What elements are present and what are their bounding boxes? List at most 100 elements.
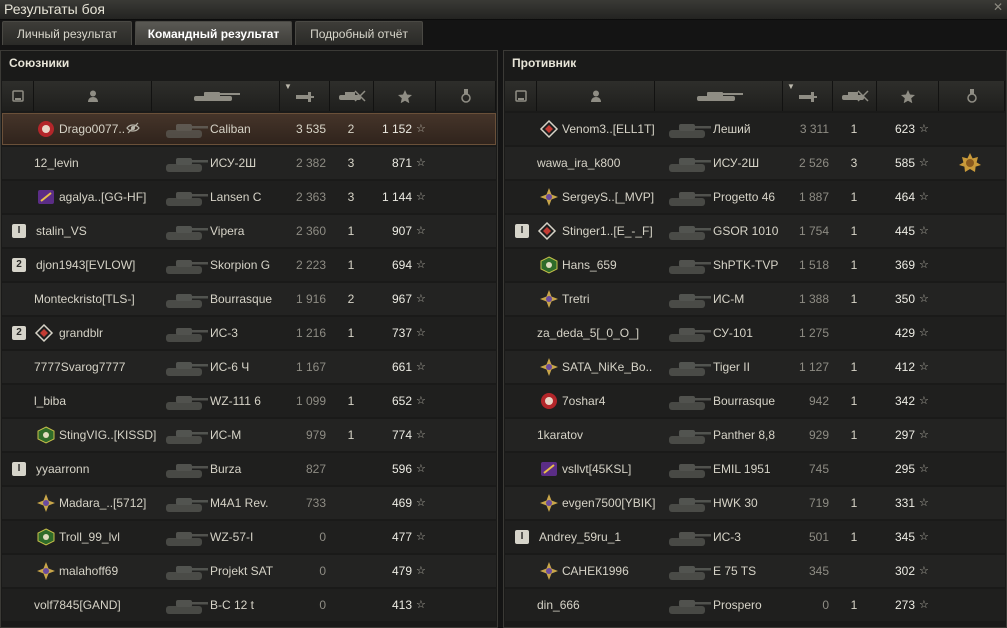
tank-image	[667, 387, 711, 415]
allies-col-xp[interactable]	[374, 81, 436, 111]
allies-col-squad[interactable]	[2, 81, 34, 111]
enemies-col-xp[interactable]	[877, 81, 939, 111]
player-name[interactable]: Drago0077..	[59, 113, 125, 145]
player-name[interactable]: 1karatov	[537, 419, 583, 451]
player-name[interactable]: za_deda_5[_0_O_]	[537, 317, 639, 349]
player-name[interactable]: 7777Svarog7777	[34, 351, 125, 383]
table-row[interactable]: volf7845[GAND] B-C 12 t 0 413 ☆	[2, 589, 496, 621]
gold-clan-icon	[539, 289, 559, 309]
player-name[interactable]: djon1943[EVLOW]	[36, 249, 135, 281]
table-row[interactable]: za_deda_5[_0_O_] СУ-101 1 275 429 ☆	[505, 317, 1005, 349]
player-name[interactable]: malahoff69	[59, 555, 118, 587]
table-row[interactable]: StingVIG..[KISSD] ИС-М 979 1 774 ☆	[2, 419, 496, 451]
table-row[interactable]: I Stinger1..[E_-_F] GSOR 1010 1 754 1 445 ☆	[505, 215, 1005, 247]
player-name[interactable]: yyaarronn	[36, 453, 89, 485]
table-row[interactable]: 2 djon1943[EVLOW] Skorpion G 2 223 1 694 ☆	[2, 249, 496, 281]
table-row[interactable]: agalya..[GG-HF] Lansen C 2 363 3 1 144 ☆	[2, 181, 496, 213]
table-row[interactable]: 2 grandblr ИС-3 1 216 1 737 ☆	[2, 317, 496, 349]
close-icon[interactable]: ✕	[991, 0, 1005, 14]
player-name[interactable]: 12_levin	[34, 147, 79, 179]
kills-value: 1	[850, 598, 858, 612]
star-icon: ☆	[416, 361, 426, 373]
player-name[interactable]: САНЕК1996	[562, 555, 629, 587]
table-row[interactable]: I Andrey_59ru_1 ИС-3 501 1 345 ☆	[505, 521, 1005, 553]
enemies-col-squad[interactable]	[505, 81, 537, 111]
tab-bar: Личный результат Командный результат Под…	[0, 21, 1007, 46]
player-name[interactable]: din_666	[537, 589, 580, 621]
kills-value: 1	[850, 360, 858, 374]
player-name[interactable]: agalya..[GG-HF]	[59, 181, 146, 213]
tab-team-result[interactable]: Командный результат	[135, 21, 292, 45]
star-icon: ☆	[416, 327, 426, 339]
player-name[interactable]: l_biba	[34, 385, 66, 417]
table-row[interactable]: Hans_659 ShPTK-TVP 1 518 1 369 ☆	[505, 249, 1005, 281]
table-row[interactable]: 7oshar4 Bourrasque 942 1 342 ☆	[505, 385, 1005, 417]
table-row[interactable]: SATA_NiKe_Bo.. Tiger II 1 127 1 412 ☆	[505, 351, 1005, 383]
experience-value: 737	[391, 326, 412, 340]
table-row[interactable]: Monteckristo[TLS-] Bourrasque 1 916 2 967 ☆	[2, 283, 496, 315]
table-row[interactable]: САНЕК1996 E 75 TS 345 302 ☆	[505, 555, 1005, 587]
player-name[interactable]: Troll_99_lvl	[59, 521, 120, 553]
allies-col-medal[interactable]	[436, 81, 496, 111]
window-title: Результаты боя	[4, 1, 106, 17]
table-row[interactable]: malahoff69 Projekt SAT 0 479 ☆	[2, 555, 496, 587]
star-icon: ☆	[416, 225, 426, 237]
player-name[interactable]: Monteckristo[TLS-]	[34, 283, 135, 315]
player-name[interactable]: SATA_NiKe_Bo..	[562, 351, 652, 383]
enemies-col-damage[interactable]: ▼	[783, 81, 833, 111]
table-row[interactable]: wawa_ira_k800 ИСУ-2Ш 2 526 3 585 ☆	[505, 147, 1005, 179]
table-row[interactable]: Iyyaarronn Burza 827 596 ☆	[2, 453, 496, 485]
star-icon: ☆	[416, 599, 426, 611]
player-name[interactable]: SergeyS..[_MVP]	[562, 181, 654, 213]
tank-image	[667, 455, 711, 483]
table-row[interactable]: Istalin_VS Vipera 2 360 1 907 ☆	[2, 215, 496, 247]
player-name[interactable]: Hans_659	[562, 249, 617, 281]
player-name[interactable]: Tretri	[562, 283, 590, 315]
enemies-col-player[interactable]	[537, 81, 655, 111]
table-row[interactable]: Tretri ИС-М 1 388 1 350 ☆	[505, 283, 1005, 315]
player-name[interactable]: Stinger1..[E_-_F]	[562, 215, 653, 247]
gold-clan-icon	[36, 493, 56, 513]
table-row[interactable]: 7777Svarog7777 ИС-6 Ч 1 167 661 ☆	[2, 351, 496, 383]
table-row[interactable]: vsllvt[45KSL] EMIL 1951 745 295 ☆	[505, 453, 1005, 485]
player-name[interactable]: StingVIG..[KISSD]	[59, 419, 156, 451]
allies-col-tank[interactable]	[152, 81, 280, 111]
player-name[interactable]: 7oshar4	[562, 385, 605, 417]
enemies-col-kills[interactable]	[833, 81, 877, 111]
table-row[interactable]: evgen7500[YBIK] HWK 30 719 1 331 ☆	[505, 487, 1005, 519]
table-row[interactable]: 12_levin ИСУ-2Ш 2 382 3 871 ☆	[2, 147, 496, 179]
damage-icon	[797, 89, 819, 103]
table-row[interactable]: Drago0077.. Caliban 3 535 2 1 152 ☆	[2, 113, 496, 145]
player-name[interactable]: Madara_..[5712]	[59, 487, 146, 519]
allies-col-kills[interactable]	[330, 81, 374, 111]
enemies-col-tank[interactable]	[655, 81, 783, 111]
player-name[interactable]: wawa_ira_k800	[537, 147, 620, 179]
table-row[interactable]: SergeyS..[_MVP] Progetto 46 1 887 1 464 ☆	[505, 181, 1005, 213]
table-row[interactable]: l_biba WZ-111 6 1 099 1 652 ☆	[2, 385, 496, 417]
tank-name: Tiger II	[713, 360, 750, 374]
table-row[interactable]: Madara_..[5712] M4A1 Rev. 733 469 ☆	[2, 487, 496, 519]
player-name[interactable]: vsllvt[45KSL]	[562, 453, 631, 485]
tab-personal-result[interactable]: Личный результат	[2, 21, 132, 45]
star-icon: ☆	[919, 565, 929, 577]
star-icon: ☆	[416, 497, 426, 509]
table-row[interactable]: Troll_99_lvl WZ-57-I 0 477 ☆	[2, 521, 496, 553]
tank-name: Vipera	[210, 224, 245, 238]
allies-col-damage[interactable]: ▼	[280, 81, 330, 111]
tank-image	[667, 217, 711, 245]
star-icon: ☆	[919, 191, 929, 203]
kills-value: 1	[850, 428, 858, 442]
player-name[interactable]: grandblr	[59, 317, 103, 349]
table-row[interactable]: din_666 Prospero 0 1 273 ☆	[505, 589, 1005, 621]
player-name[interactable]: Venom3..[ELL1T]	[562, 113, 655, 145]
tab-detailed-report[interactable]: Подробный отчёт	[295, 21, 423, 45]
allies-col-player[interactable]	[34, 81, 152, 111]
player-name[interactable]: volf7845[GAND]	[34, 589, 121, 621]
enemies-col-medal[interactable]	[939, 81, 1005, 111]
medal-icon	[966, 89, 978, 103]
table-row[interactable]: Venom3..[ELL1T] Леший 3 311 1 623 ☆	[505, 113, 1005, 145]
table-row[interactable]: 1karatov Panther 8,8 929 1 297 ☆	[505, 419, 1005, 451]
player-name[interactable]: stalin_VS	[36, 215, 87, 247]
player-name[interactable]: Andrey_59ru_1	[539, 521, 621, 553]
player-name[interactable]: evgen7500[YBIK]	[562, 487, 655, 519]
